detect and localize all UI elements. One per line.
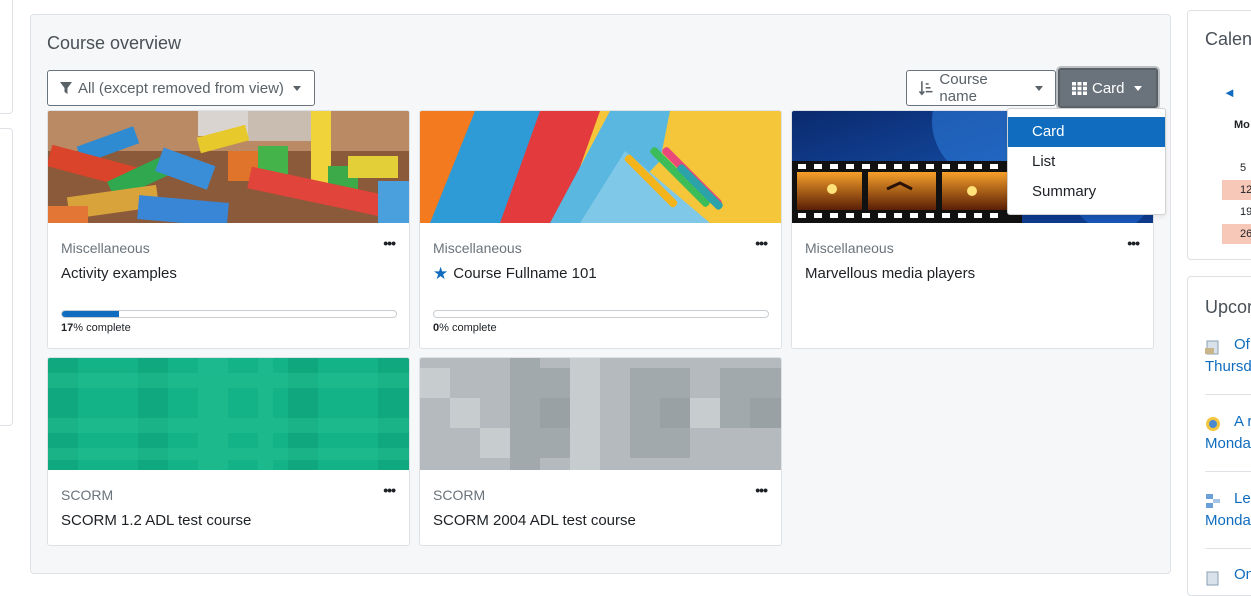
course-name-link[interactable]: SCORM 2004 ADL test course (433, 512, 636, 529)
view-option-summary[interactable]: Summary (1008, 177, 1165, 207)
course-name-link[interactable]: SCORM 1.2 ADL test course (61, 512, 251, 529)
progress-suffix: % complete (73, 322, 131, 334)
progress-suffix: % complete (439, 322, 497, 334)
progress-text: 0% complete (433, 322, 497, 334)
course-name[interactable]: SCORM 2004 ADL test course (433, 512, 636, 529)
view-label: Card (1092, 79, 1125, 97)
filter-icon (60, 81, 72, 94)
lesson-icon (1206, 494, 1220, 508)
calendar-block: Calendar ◄ Mo 5 12 19 26 (1187, 10, 1251, 260)
left-panel-edge (0, 0, 13, 114)
course-name[interactable]: Course Fullname 101 (453, 265, 596, 282)
more-icon[interactable]: ••• (755, 235, 768, 251)
course-category: SCORM (61, 487, 114, 503)
course-name[interactable]: SCORM 1.2 ADL test course (61, 512, 251, 529)
course-name-link[interactable]: Marvellous media players (805, 265, 975, 282)
course-progress-bar (433, 310, 769, 318)
chevron-down-icon (1035, 85, 1043, 91)
sort-dropdown-button[interactable]: Course name (906, 70, 1056, 106)
sort-label: Course name (939, 71, 988, 105)
forum-icon (1206, 417, 1220, 431)
course-image-green-pattern[interactable] (48, 358, 409, 470)
event-day-link[interactable]: Monda (1205, 435, 1251, 452)
view-dropdown-button[interactable]: Card (1058, 68, 1158, 108)
course-name[interactable]: Marvellous media players (805, 265, 975, 282)
course-card[interactable]: Miscellaneous ••• ★ Course Fullname 101 0… (419, 110, 782, 349)
document-icon (1206, 571, 1219, 586)
course-category: Miscellaneous (61, 240, 150, 256)
filter-dropdown-button[interactable]: All (except removed from view) (47, 70, 315, 106)
course-name-link[interactable]: Activity examples (61, 265, 177, 282)
arrow-left-icon[interactable]: ◄ (1223, 85, 1236, 100)
course-card[interactable]: SCORM ••• SCORM 1.2 ADL test course (47, 357, 410, 546)
divider (1205, 394, 1251, 395)
chevron-down-icon (292, 85, 301, 91)
sort-alpha-icon (919, 81, 933, 96)
star-icon: ★ (433, 264, 449, 283)
course-image-grey-pattern[interactable] (420, 358, 781, 470)
left-panel-edge (0, 128, 13, 426)
event-title-link[interactable]: Of (1234, 336, 1250, 353)
course-category: Miscellaneous (433, 240, 522, 256)
more-icon[interactable]: ••• (1127, 235, 1140, 251)
progress-fill (62, 311, 119, 317)
divider (1205, 471, 1251, 472)
calendar-day[interactable]: 19 (1222, 202, 1251, 222)
course-category: SCORM (433, 487, 486, 503)
calendar-title: Calendar (1205, 29, 1251, 49)
filter-label: All (except removed from view) (78, 79, 284, 97)
calendar-day-header: Mo (1234, 119, 1250, 131)
event-title-link[interactable]: A r (1234, 413, 1251, 430)
calendar-day[interactable]: 12 (1222, 180, 1251, 200)
course-name-link[interactable]: ★ Course Fullname 101 (433, 265, 597, 282)
course-image-wooden-blocks[interactable] (48, 111, 409, 223)
course-overview-title: Course overview (47, 33, 182, 53)
upcoming-title: Upcoming (1205, 297, 1251, 317)
course-image-pencils-notebook[interactable] (420, 111, 781, 223)
view-option-list[interactable]: List (1008, 147, 1165, 177)
document-icon (1205, 340, 1219, 355)
more-icon[interactable]: ••• (755, 482, 768, 498)
event-day-link[interactable]: Thursd (1205, 358, 1251, 375)
view-option-card[interactable]: Card (1008, 117, 1165, 147)
calendar-day[interactable]: 26 (1222, 224, 1251, 244)
calendar-day[interactable]: 5 (1222, 158, 1251, 178)
progress-value: 17 (61, 322, 74, 334)
progress-text: 17% complete (61, 322, 131, 334)
course-progress-bar (61, 310, 397, 318)
event-day-link[interactable]: Monda (1205, 512, 1251, 529)
chevron-down-icon (1133, 85, 1142, 91)
divider (1205, 548, 1251, 549)
event-title-link[interactable]: On (1234, 566, 1251, 583)
grid-icon (1072, 81, 1087, 95)
event-title-link[interactable]: Les (1234, 490, 1251, 507)
upcoming-events-block: Upcoming Of Thursd A r Monda Les Monda O… (1187, 276, 1251, 596)
view-dropdown-menu: Card List Summary (1007, 108, 1166, 215)
more-icon[interactable]: ••• (383, 482, 396, 498)
course-category: Miscellaneous (805, 240, 894, 256)
more-icon[interactable]: ••• (383, 235, 396, 251)
course-name[interactable]: Activity examples (61, 265, 177, 282)
course-overview-block: Course overview All (except removed from… (30, 14, 1171, 574)
course-card[interactable]: SCORM ••• SCORM 2004 ADL test course (419, 357, 782, 546)
course-card[interactable]: Miscellaneous ••• Activity examples 17% … (47, 110, 410, 349)
